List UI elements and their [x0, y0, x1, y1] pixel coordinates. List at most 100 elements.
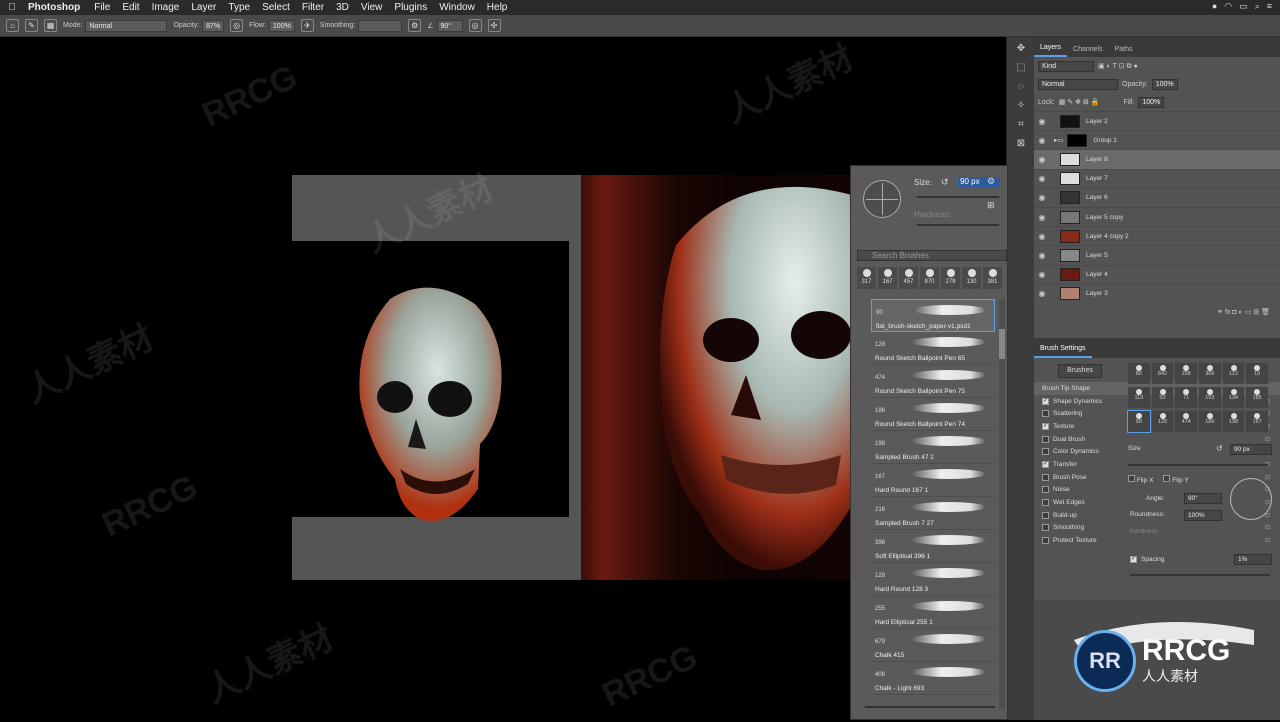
option-checkbox[interactable]: ✓ [1042, 422, 1049, 430]
menu-help[interactable]: Help [481, 2, 514, 13]
brush-tip[interactable]: 80 [1128, 363, 1150, 384]
flow-input[interactable]: 100% [268, 19, 295, 32]
marquee-tool-icon[interactable]: ⬚ [1012, 61, 1030, 75]
brush-item[interactable]: 679 Chalk 415 [871, 629, 995, 662]
option-checkbox[interactable] [1042, 473, 1049, 481]
preview-size-slider[interactable] [865, 706, 995, 708]
eye-icon[interactable]: ◉ [1034, 136, 1050, 145]
option-checkbox[interactable] [1042, 511, 1049, 519]
control-center-icon[interactable]: ≡ [1267, 1, 1272, 12]
angle-input[interactable]: 90° [1184, 493, 1222, 504]
recent-brush[interactable]: 381 [983, 267, 1002, 289]
eye-icon[interactable]: ◉ [1034, 270, 1050, 279]
menu-3d[interactable]: 3D [330, 2, 355, 13]
brush-item[interactable]: 408 Chalk - Light 693 [871, 662, 995, 695]
airbrush-icon[interactable]: ✈ [300, 19, 314, 32]
brush-tip[interactable]: 128 [1151, 411, 1174, 432]
brush-item[interactable]: 474 Round Sketch Ballpoint Pen 75 [871, 365, 995, 398]
brush-tip[interactable]: 366 [1198, 363, 1221, 384]
home-icon[interactable]: ⌂ [6, 19, 19, 32]
mode-select[interactable]: Normal [85, 19, 168, 32]
menu-file[interactable]: File [88, 2, 116, 13]
kind-filter-select[interactable]: Kind [1038, 60, 1094, 72]
eye-icon[interactable]: ◉ [1034, 193, 1050, 202]
hardness-slider[interactable] [917, 224, 999, 226]
brush-tip[interactable]: 50 [1151, 387, 1174, 408]
brush-list-scrollbar[interactable] [999, 299, 1005, 709]
roundness-input[interactable]: 100% [1184, 510, 1222, 521]
layer-row[interactable]: ◉ Layer 4 copy 2 [1034, 226, 1280, 245]
spacing-checkbox[interactable]: ✓ Spacing [1130, 556, 1165, 563]
brush-tip[interactable]: 474 [1175, 411, 1197, 432]
spacing-slider[interactable] [1130, 574, 1270, 576]
brush-tip[interactable]: 10 [1246, 363, 1268, 384]
lock-icon[interactable]: ⊡ [1265, 436, 1270, 443]
crop-tool-icon[interactable]: ⌗ [1012, 118, 1030, 132]
tab-layers[interactable]: Layers [1034, 40, 1068, 57]
app-name[interactable]: Photoshop [24, 2, 88, 13]
brushes-button[interactable]: Brushes [1058, 364, 1102, 378]
layer-row[interactable]: ◉ Layer 2 [1034, 111, 1280, 130]
layer-row[interactable]: ◉ Layer 5 [1034, 245, 1280, 264]
brush-tip[interactable]: 71 [1175, 387, 1197, 408]
option-checkbox[interactable] [1042, 499, 1049, 507]
brush-item[interactable]: 198 Sampled Brush 47 2 [871, 431, 995, 464]
brush-tip[interactable]: 134 [1222, 387, 1245, 408]
recent-brush[interactable]: 317 [857, 267, 876, 289]
brush-tip[interactable]: 185 [1246, 387, 1268, 408]
menu-type[interactable]: Type [222, 2, 256, 13]
brush-item[interactable]: 216 Sampled Brush 7 27 [871, 497, 995, 530]
eye-icon[interactable]: ◉ [1034, 289, 1050, 298]
apple-icon[interactable]:  [0, 2, 24, 13]
option-checkbox[interactable] [1042, 537, 1049, 545]
recent-brush[interactable]: 279 [941, 267, 960, 289]
filter-icons[interactable]: ▣ ◐ T ⊡ ⧉ ● [1098, 62, 1138, 71]
bs-size-input[interactable]: 90 px [1230, 444, 1272, 455]
layer-row[interactable]: ◉ Layer 6 [1034, 187, 1280, 207]
recent-brush[interactable]: 870 [920, 267, 939, 289]
option-checkbox[interactable]: ✓ [1042, 460, 1049, 468]
search-brushes-input[interactable]: Search Brushes [857, 250, 1007, 261]
menu-plugins[interactable]: Plugins [388, 2, 433, 13]
gear-icon[interactable]: ⚙ [987, 176, 995, 187]
brush-tool-icon[interactable]: ✎ [25, 19, 38, 32]
option-checkbox[interactable] [1042, 486, 1049, 494]
flip-y-checkbox[interactable]: Flip Y [1163, 475, 1189, 484]
new-preset-icon[interactable]: ⊞ [987, 200, 995, 211]
option-checkbox[interactable] [1042, 435, 1049, 443]
menu-window[interactable]: Window [433, 2, 481, 13]
brush-item[interactable]: 128 Hard Round 128 3 [871, 563, 995, 596]
layer-row[interactable]: ◉ Layer 3 [1034, 283, 1280, 303]
brush-tip[interactable]: 198 [1222, 411, 1245, 432]
smoothing-options-icon[interactable]: ⚙ [408, 19, 422, 32]
option-checkbox[interactable] [1042, 410, 1049, 418]
brush-option-row[interactable]: Protect Texture ⊡ [1034, 534, 1280, 547]
layer-row[interactable]: ◉ Layer 5 copy [1034, 206, 1280, 226]
lasso-tool-icon[interactable]: ◌ [1012, 80, 1030, 94]
brush-tip[interactable]: 167 [1246, 411, 1268, 432]
eye-icon[interactable]: ◉ [1034, 213, 1050, 222]
brush-tip[interactable]: 842 [1151, 363, 1174, 384]
tab-paths[interactable]: Paths [1109, 42, 1139, 57]
eye-icon[interactable]: ◉ [1034, 174, 1050, 183]
document-canvas[interactable] [292, 175, 852, 580]
reset-icon[interactable]: ↺ [941, 177, 949, 188]
smoothing-input[interactable] [358, 19, 403, 32]
scroll-thumb[interactable] [999, 329, 1005, 359]
tab-brush-settings[interactable]: Brush Settings [1034, 341, 1092, 358]
symmetry-icon[interactable]: ✣ [487, 19, 501, 32]
menu-filter[interactable]: Filter [296, 2, 330, 13]
brush-tip[interactable]: 258 [1175, 363, 1197, 384]
eye-icon[interactable]: ◉ [1034, 117, 1050, 126]
brush-item-selected[interactable]: 90 flat_brush-sketch_paper-v1.psd1 [871, 299, 995, 332]
pressure-size-icon[interactable]: ◎ [468, 19, 482, 32]
spacing-input[interactable]: 1% [1234, 554, 1272, 565]
tab-channels[interactable]: Channels [1067, 42, 1109, 57]
option-checkbox[interactable] [1042, 524, 1049, 532]
brush-tip[interactable]: 186 [1198, 411, 1221, 432]
angle-roundness-widget[interactable] [1230, 478, 1272, 520]
battery-icon[interactable]: ▭ [1239, 1, 1248, 12]
recent-brush[interactable]: 167 [878, 267, 897, 289]
menu-edit[interactable]: Edit [116, 2, 145, 13]
fill-input[interactable]: 100% [1138, 96, 1165, 108]
